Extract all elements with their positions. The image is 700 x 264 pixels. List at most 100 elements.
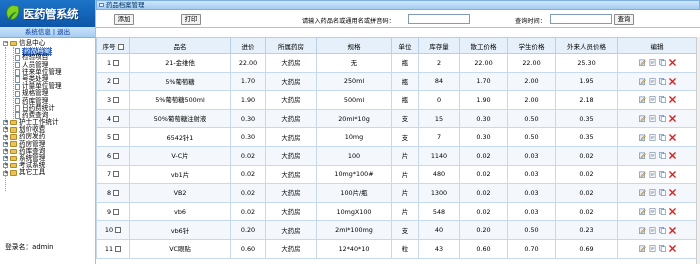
edit-icon[interactable] bbox=[638, 208, 646, 215]
tree-node-child[interactable]: 往来单位管理 bbox=[0, 68, 96, 76]
expand-icon[interactable]: + bbox=[3, 134, 8, 140]
copy-icon[interactable] bbox=[658, 59, 666, 67]
collapse-icon[interactable]: − bbox=[3, 41, 8, 47]
delete-icon[interactable] bbox=[668, 152, 676, 160]
copy-icon[interactable] bbox=[658, 189, 666, 197]
row-checkbox[interactable] bbox=[113, 171, 120, 178]
delete-icon[interactable] bbox=[668, 59, 676, 67]
table-row[interactable]: 9 vb6 0.02 大药房 10mgX100 片 548 0.02 0.03 0.02 bbox=[96, 201, 697, 222]
table-row[interactable]: 8 VB2 0.02 大药房 100片/瓶 片 1300 0.02 0.03 0.02 bbox=[96, 183, 697, 203]
edit-icon[interactable] bbox=[638, 96, 646, 104]
expand-icon[interactable]: + bbox=[3, 149, 8, 154]
add-button[interactable]: 添加 bbox=[114, 14, 134, 25]
tree-node-child[interactable]: 计量单位管理 bbox=[0, 82, 96, 91]
expand-icon[interactable]: + bbox=[3, 120, 8, 126]
view-icon[interactable] bbox=[649, 59, 656, 67]
copy-icon[interactable] bbox=[658, 226, 666, 234]
view-icon[interactable] bbox=[649, 78, 656, 85]
copy-icon[interactable] bbox=[658, 133, 666, 141]
copy-icon[interactable] bbox=[658, 245, 666, 253]
print-button[interactable]: 打印 bbox=[181, 14, 201, 25]
edit-icon[interactable] bbox=[638, 171, 646, 178]
delete-icon[interactable] bbox=[668, 133, 676, 141]
tree-node-child[interactable]: 日药费统计 bbox=[0, 104, 96, 112]
edit-icon[interactable] bbox=[638, 59, 646, 67]
table-row[interactable]: 4 50%葡萄糖注射液 0.30 大药房 20ml*10g 支 15 0.30 0.50 0.35 bbox=[96, 108, 697, 129]
delete-icon[interactable] bbox=[668, 78, 676, 85]
view-icon[interactable] bbox=[649, 208, 656, 215]
view-icon[interactable] bbox=[649, 171, 656, 178]
edit-icon[interactable] bbox=[638, 115, 646, 122]
tree-node-group[interactable]: + 划价收费 bbox=[0, 126, 96, 133]
tree-node-child[interactable]: 检验项目 bbox=[0, 54, 96, 62]
expand-icon[interactable]: + bbox=[3, 141, 8, 147]
row-checkbox[interactable] bbox=[113, 96, 120, 103]
system-info-link[interactable]: 系统信息 bbox=[25, 28, 51, 36]
tree-node-group[interactable]: + 药库查询 bbox=[0, 147, 96, 155]
row-checkbox[interactable] bbox=[115, 227, 122, 234]
copy-icon[interactable] bbox=[658, 115, 666, 122]
delete-icon[interactable] bbox=[668, 115, 676, 122]
table-row[interactable]: 3 5%葡萄糖500ml 1.90 大药房 500ml 瓶 0 1.90 2.00 2.18 bbox=[96, 90, 697, 110]
table-row[interactable]: 11 VC眼贴 0.60 大药房 12*40*10 粒 43 0.60 0.70 0.69 bbox=[96, 238, 697, 259]
view-icon[interactable] bbox=[649, 152, 656, 160]
tree-node-child[interactable]: 规格管理 bbox=[0, 90, 96, 98]
view-icon[interactable] bbox=[649, 245, 656, 253]
table-row[interactable]: 7 vb1片 0.02 大药房 10mg*100# 片 480 0.02 0.03 0.02 bbox=[96, 164, 697, 185]
delete-icon[interactable] bbox=[668, 226, 676, 234]
view-icon[interactable] bbox=[649, 115, 656, 122]
logout-link[interactable]: 退出 bbox=[57, 28, 70, 36]
copy-icon[interactable] bbox=[658, 171, 666, 178]
copy-icon[interactable] bbox=[658, 208, 666, 215]
row-checkbox[interactable] bbox=[113, 78, 120, 85]
table-row[interactable]: 10 vb6针 0.20 大药房 2ml*100mg 支 40 0.20 0.50 0.23 bbox=[96, 220, 697, 240]
tree-node-group[interactable]: + 药房管理 bbox=[0, 140, 96, 148]
tree-node-group[interactable]: + 药房发药 bbox=[0, 133, 96, 140]
view-icon[interactable] bbox=[649, 133, 656, 141]
row-checkbox[interactable] bbox=[115, 245, 122, 252]
copy-icon[interactable] bbox=[658, 78, 666, 85]
date-input[interactable] bbox=[550, 14, 612, 24]
edit-icon[interactable] bbox=[638, 245, 646, 253]
row-checkbox[interactable] bbox=[113, 208, 120, 215]
edit-icon[interactable] bbox=[638, 134, 646, 141]
table-row[interactable]: 2 5%葡萄糖 1.70 大药房 250ml 瓶 84 1.70 2.00 1.95 bbox=[96, 71, 697, 92]
edit-icon[interactable] bbox=[638, 189, 646, 197]
delete-icon[interactable] bbox=[668, 189, 676, 197]
tree-node-group[interactable]: + 其它工具 bbox=[0, 169, 96, 176]
view-icon[interactable] bbox=[649, 96, 656, 104]
table-row[interactable]: 1 21-金维他 22.00 大药房 无 瓶 2 22.00 22.00 25.30 bbox=[96, 53, 697, 73]
vertical-scrollbar[interactable] bbox=[696, 37, 700, 264]
tree-node-group[interactable]: + 护士工作统计 bbox=[0, 118, 96, 126]
query-button[interactable]: 查询 bbox=[614, 14, 634, 25]
table-row[interactable]: 6 V-C片 0.02 大药房 100 片 1140 0.02 0.03 0.02 bbox=[96, 145, 697, 166]
row-checkbox[interactable] bbox=[113, 134, 120, 141]
row-checkbox[interactable] bbox=[113, 152, 120, 159]
row-checkbox[interactable] bbox=[113, 59, 120, 66]
copy-icon[interactable] bbox=[658, 152, 666, 160]
edit-icon[interactable] bbox=[638, 227, 646, 234]
delete-icon[interactable] bbox=[668, 245, 676, 253]
expand-icon[interactable]: + bbox=[3, 170, 8, 176]
delete-icon[interactable] bbox=[668, 171, 676, 178]
view-icon[interactable] bbox=[649, 226, 656, 234]
tree-node-group[interactable]: + 考试系统 bbox=[0, 161, 96, 169]
delete-icon[interactable] bbox=[668, 96, 676, 104]
view-icon[interactable] bbox=[649, 189, 656, 197]
worker-price-text: 0.02 bbox=[476, 170, 491, 179]
tree-node-child[interactable]: 药品档案 bbox=[0, 47, 96, 57]
delete-icon[interactable] bbox=[668, 208, 676, 215]
table-row[interactable]: 5 6542针1 0.30 大药房 10mg 支 7 0.30 0.50 0.35 bbox=[96, 127, 697, 147]
table-header-row: 序号 品名 进价 所属药房 规格 单位 库存量 散工价格 学生价格 外来人员价格… bbox=[96, 37, 697, 54]
row-checkbox[interactable] bbox=[113, 189, 120, 196]
select-all-checkbox[interactable] bbox=[117, 43, 124, 50]
expand-icon[interactable]: + bbox=[3, 163, 8, 169]
search-input[interactable] bbox=[408, 14, 470, 24]
edit-icon[interactable] bbox=[638, 152, 646, 160]
expand-icon[interactable]: + bbox=[3, 156, 8, 162]
row-checkbox[interactable] bbox=[113, 115, 120, 122]
expand-icon[interactable]: + bbox=[3, 127, 8, 133]
tree-node-group[interactable]: + 系统管理 bbox=[0, 154, 96, 162]
copy-icon[interactable] bbox=[658, 96, 666, 104]
edit-icon[interactable] bbox=[638, 78, 646, 85]
